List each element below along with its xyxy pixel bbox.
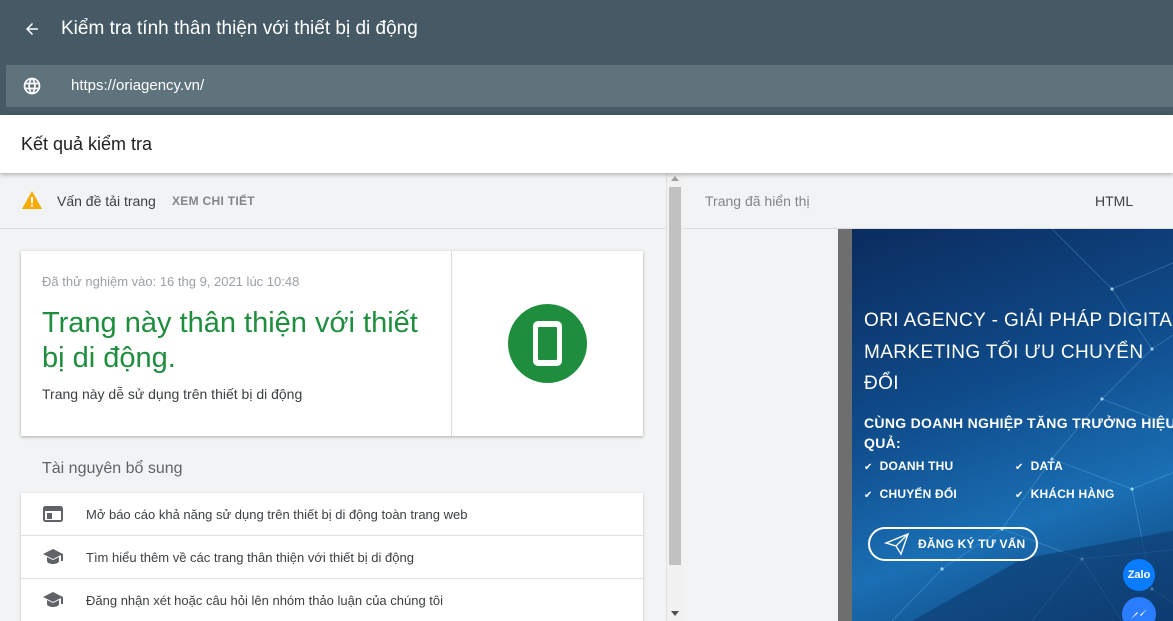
- resource-item-site-report[interactable]: Mở báo cáo khả năng sử dụng trên thiết b…: [21, 493, 643, 536]
- preview-check-item: DOANH THU: [864, 459, 954, 473]
- preview-check-item: KHÁCH HÀNG: [1015, 487, 1115, 501]
- tab-rendered-page[interactable]: Trang đã hiển thị: [705, 193, 810, 209]
- globe-icon: [22, 76, 42, 96]
- url-text: https://oriagency.vn/: [71, 77, 205, 94]
- url-bar[interactable]: https://oriagency.vn/: [6, 65, 1173, 107]
- tested-at-timestamp: Đã thử nghiệm vào: 16 thg 9, 2021 lúc 10…: [42, 274, 300, 289]
- result-subtitle: Trang này dễ sử dụng trên thiết bị di độ…: [42, 386, 303, 402]
- scrollbar-thumb[interactable]: [669, 187, 681, 565]
- page-title: Kiểm tra tính thân thiện với thiết bị di…: [61, 18, 418, 39]
- results-title: Kết quả kiểm tra: [21, 134, 153, 154]
- mobile-phone-icon: [508, 304, 587, 383]
- rendered-page-screenshot: ORI AGENCY - GIẢI PHÁP DIGITAL MARKETING…: [838, 229, 1173, 621]
- resource-item-label: Tìm hiểu thêm về các trang thân thiện vớ…: [86, 550, 414, 565]
- resource-item-discussion-group[interactable]: Đăng nhận xét hoặc câu hỏi lên nhóm thảo…: [21, 579, 643, 621]
- preview-tabs: Trang đã hiển thị HTML: [683, 173, 1173, 229]
- back-arrow-icon[interactable]: [20, 17, 44, 41]
- warning-icon: [22, 191, 42, 209]
- tab-html[interactable]: HTML: [1095, 193, 1133, 209]
- preview-check-item: CHUYỂN ĐỔI: [864, 487, 957, 501]
- resource-item-label: Đăng nhận xét hoặc câu hỏi lên nhóm thảo…: [86, 593, 444, 608]
- preview-cta-button: ĐĂNG KÝ TƯ VẤN: [868, 527, 1038, 561]
- school-icon: [43, 548, 63, 566]
- zalo-chat-icon: Zalo: [1123, 559, 1155, 591]
- resource-item-learn-more[interactable]: Tìm hiểu thêm về các trang thân thiện vớ…: [21, 536, 643, 579]
- top-app-bar: Kiểm tra tính thân thiện với thiết bị di…: [0, 0, 1173, 115]
- left-pane-scrollbar[interactable]: [666, 173, 683, 621]
- test-results-pane: Vấn đề tải trang XEM CHI TIẾT Đã thử ngh…: [0, 173, 666, 621]
- page-loading-issues-label: Vấn đề tải trang: [57, 193, 156, 209]
- preview-cta-label: ĐĂNG KÝ TƯ VẤN: [918, 537, 1026, 551]
- scroll-down-arrow-icon[interactable]: [671, 611, 679, 616]
- card-divider: [451, 251, 452, 436]
- resource-item-label: Mở báo cáo khả năng sử dụng trên thiết b…: [86, 507, 468, 522]
- page-loading-issues-bar: Vấn đề tải trang XEM CHI TIẾT: [0, 173, 666, 229]
- school-icon: [43, 591, 63, 609]
- scroll-up-arrow-icon[interactable]: [671, 176, 679, 181]
- results-header: Kết quả kiểm tra: [0, 115, 1173, 173]
- additional-resources-list: Mở báo cáo khả năng sử dụng trên thiết b…: [21, 493, 643, 621]
- result-card: Đã thử nghiệm vào: 16 thg 9, 2021 lúc 10…: [21, 251, 643, 436]
- preview-hero-banner: ORI AGENCY - GIẢI PHÁP DIGITAL MARKETING…: [852, 229, 1173, 621]
- view-details-link[interactable]: XEM CHI TIẾT: [172, 194, 255, 208]
- preview-check-item: DATA: [1015, 459, 1063, 473]
- web-report-icon: [43, 505, 63, 523]
- additional-resources-title: Tài nguyên bổ sung: [42, 460, 183, 477]
- preview-headline: ORI AGENCY - GIẢI PHÁP DIGITAL MARKETING…: [864, 310, 1173, 394]
- preview-subheadline: CÙNG DOANH NGHIỆP TĂNG TRƯỞNG HIỆU QUẢ:: [864, 415, 1173, 451]
- paper-plane-icon: [884, 532, 910, 556]
- page-preview-pane: Trang đã hiển thị HTML ORI AGENCY - GIẢI…: [683, 173, 1173, 621]
- result-headline: Trang này thân thiện với thiết bị di độn…: [42, 307, 418, 374]
- messenger-icon: [1122, 597, 1156, 621]
